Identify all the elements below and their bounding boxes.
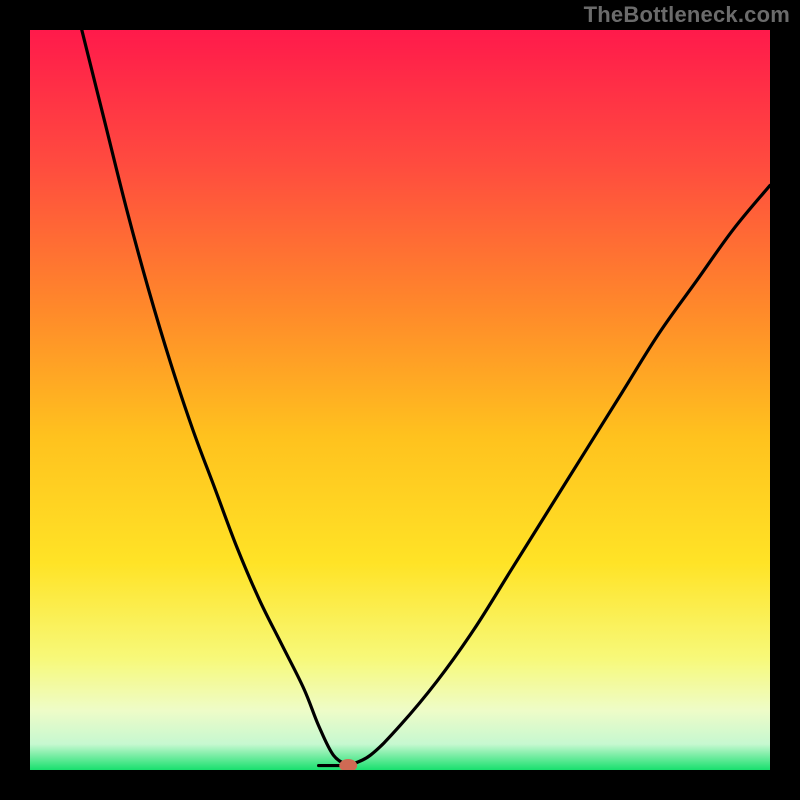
watermark-text: TheBottleneck.com [584, 2, 790, 28]
bottleneck-chart [30, 30, 770, 770]
plot-area [30, 30, 770, 770]
gradient-background [30, 30, 770, 770]
chart-frame: TheBottleneck.com [0, 0, 800, 800]
